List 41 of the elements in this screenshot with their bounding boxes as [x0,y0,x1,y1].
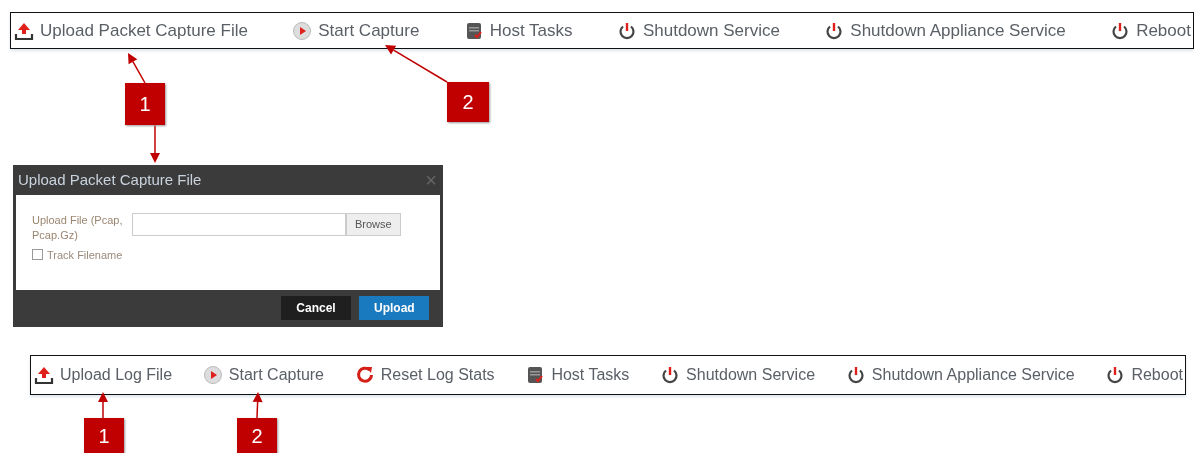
power-icon [824,20,845,41]
callout-label: 2 [447,82,489,122]
toolbar-item[interactable]: Upload Packet Capture File [14,17,248,44]
toolbar-item[interactable]: Upload Log File [34,363,173,387]
toolbar-item[interactable]: Reboot [1105,363,1183,387]
toolbar-item[interactable]: Start Capture [202,363,324,387]
toolbar-item[interactable]: Reset Log Stats [354,363,495,387]
toolbar-item[interactable]: Reboot [1110,17,1191,44]
callout-arrow [150,124,160,163]
dialog-title: Upload Packet Capture File [18,169,202,190]
toolbar-item[interactable]: Shutdown Appliance Service [845,363,1075,387]
browse-button[interactable]: Browse [346,213,401,236]
toolbar-item[interactable]: Host Tasks [525,363,630,387]
callout-label: 1 [125,83,165,125]
upload-button[interactable]: Upload [359,296,429,320]
toolbar-item[interactable]: Host Tasks [463,17,573,44]
server-icon [525,365,546,385]
cancel-button[interactable]: Cancel [281,296,351,320]
file-path-field[interactable] [132,213,346,236]
checkbox-label: Track Filename [47,247,123,263]
callout-arrow [128,53,146,84]
toolbar-item[interactable]: Start Capture [292,17,420,44]
reset-icon [354,365,375,385]
toolbar-item[interactable]: Shutdown Appliance Service [824,17,1066,44]
power-icon [616,20,637,41]
callout-label: 1 [84,418,124,453]
power-icon [845,365,866,385]
play-icon [202,365,223,385]
toolbar-item[interactable]: Shutdown Service [616,17,780,44]
power-icon [1105,365,1126,385]
checkbox[interactable] [32,249,43,261]
callout-arrow [385,45,448,83]
toolbar-item[interactable]: Shutdown Service [660,363,816,387]
callout-arrow [98,392,108,419]
field-label: Upload File (Pcap, Pcap.Gz) [32,213,124,243]
power-icon [660,365,681,385]
play-icon [292,20,313,41]
callout-label: 2 [237,418,277,453]
callout-arrow [252,392,263,419]
power-icon [1110,20,1131,41]
upload-icon [34,365,54,385]
